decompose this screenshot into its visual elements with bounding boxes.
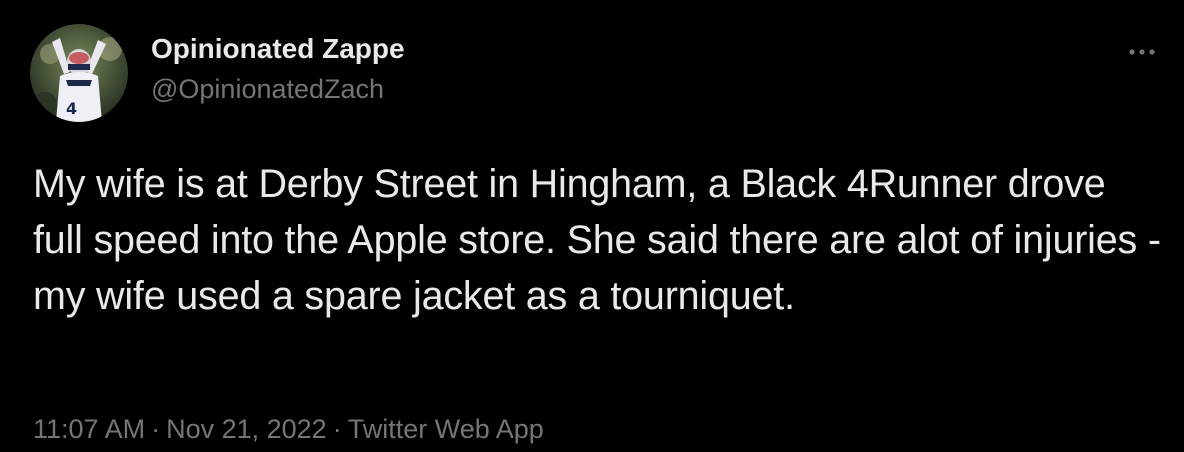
more-options-button[interactable] (1122, 32, 1162, 72)
avatar[interactable]: 4 (30, 24, 128, 122)
tweet-text: My wife is at Derby Street in Hingham, a… (33, 162, 1172, 318)
tweet-time[interactable]: 11:07 AM (33, 412, 145, 446)
meta-separator: · (151, 414, 161, 444)
meta-separator: · (332, 414, 342, 444)
tweet-source[interactable]: Twitter Web App (348, 412, 544, 446)
svg-text:4: 4 (66, 99, 77, 118)
author-display-name[interactable]: Opinionated Zappe (151, 32, 405, 66)
author-info: Opinionated Zappe @OpinionatedZach (151, 32, 405, 106)
tweet-card: 4 Opinionated Zappe @OpinionatedZach My … (0, 0, 1184, 452)
tweet-date[interactable]: Nov 21, 2022 (166, 412, 327, 446)
author-handle[interactable]: @OpinionatedZach (151, 72, 405, 106)
tweet-metadata: 11:07 AM · Nov 21, 2022 · Twitter Web App (33, 412, 544, 446)
more-horizontal-icon (1129, 49, 1155, 55)
avatar-photo: 4 (30, 24, 128, 122)
